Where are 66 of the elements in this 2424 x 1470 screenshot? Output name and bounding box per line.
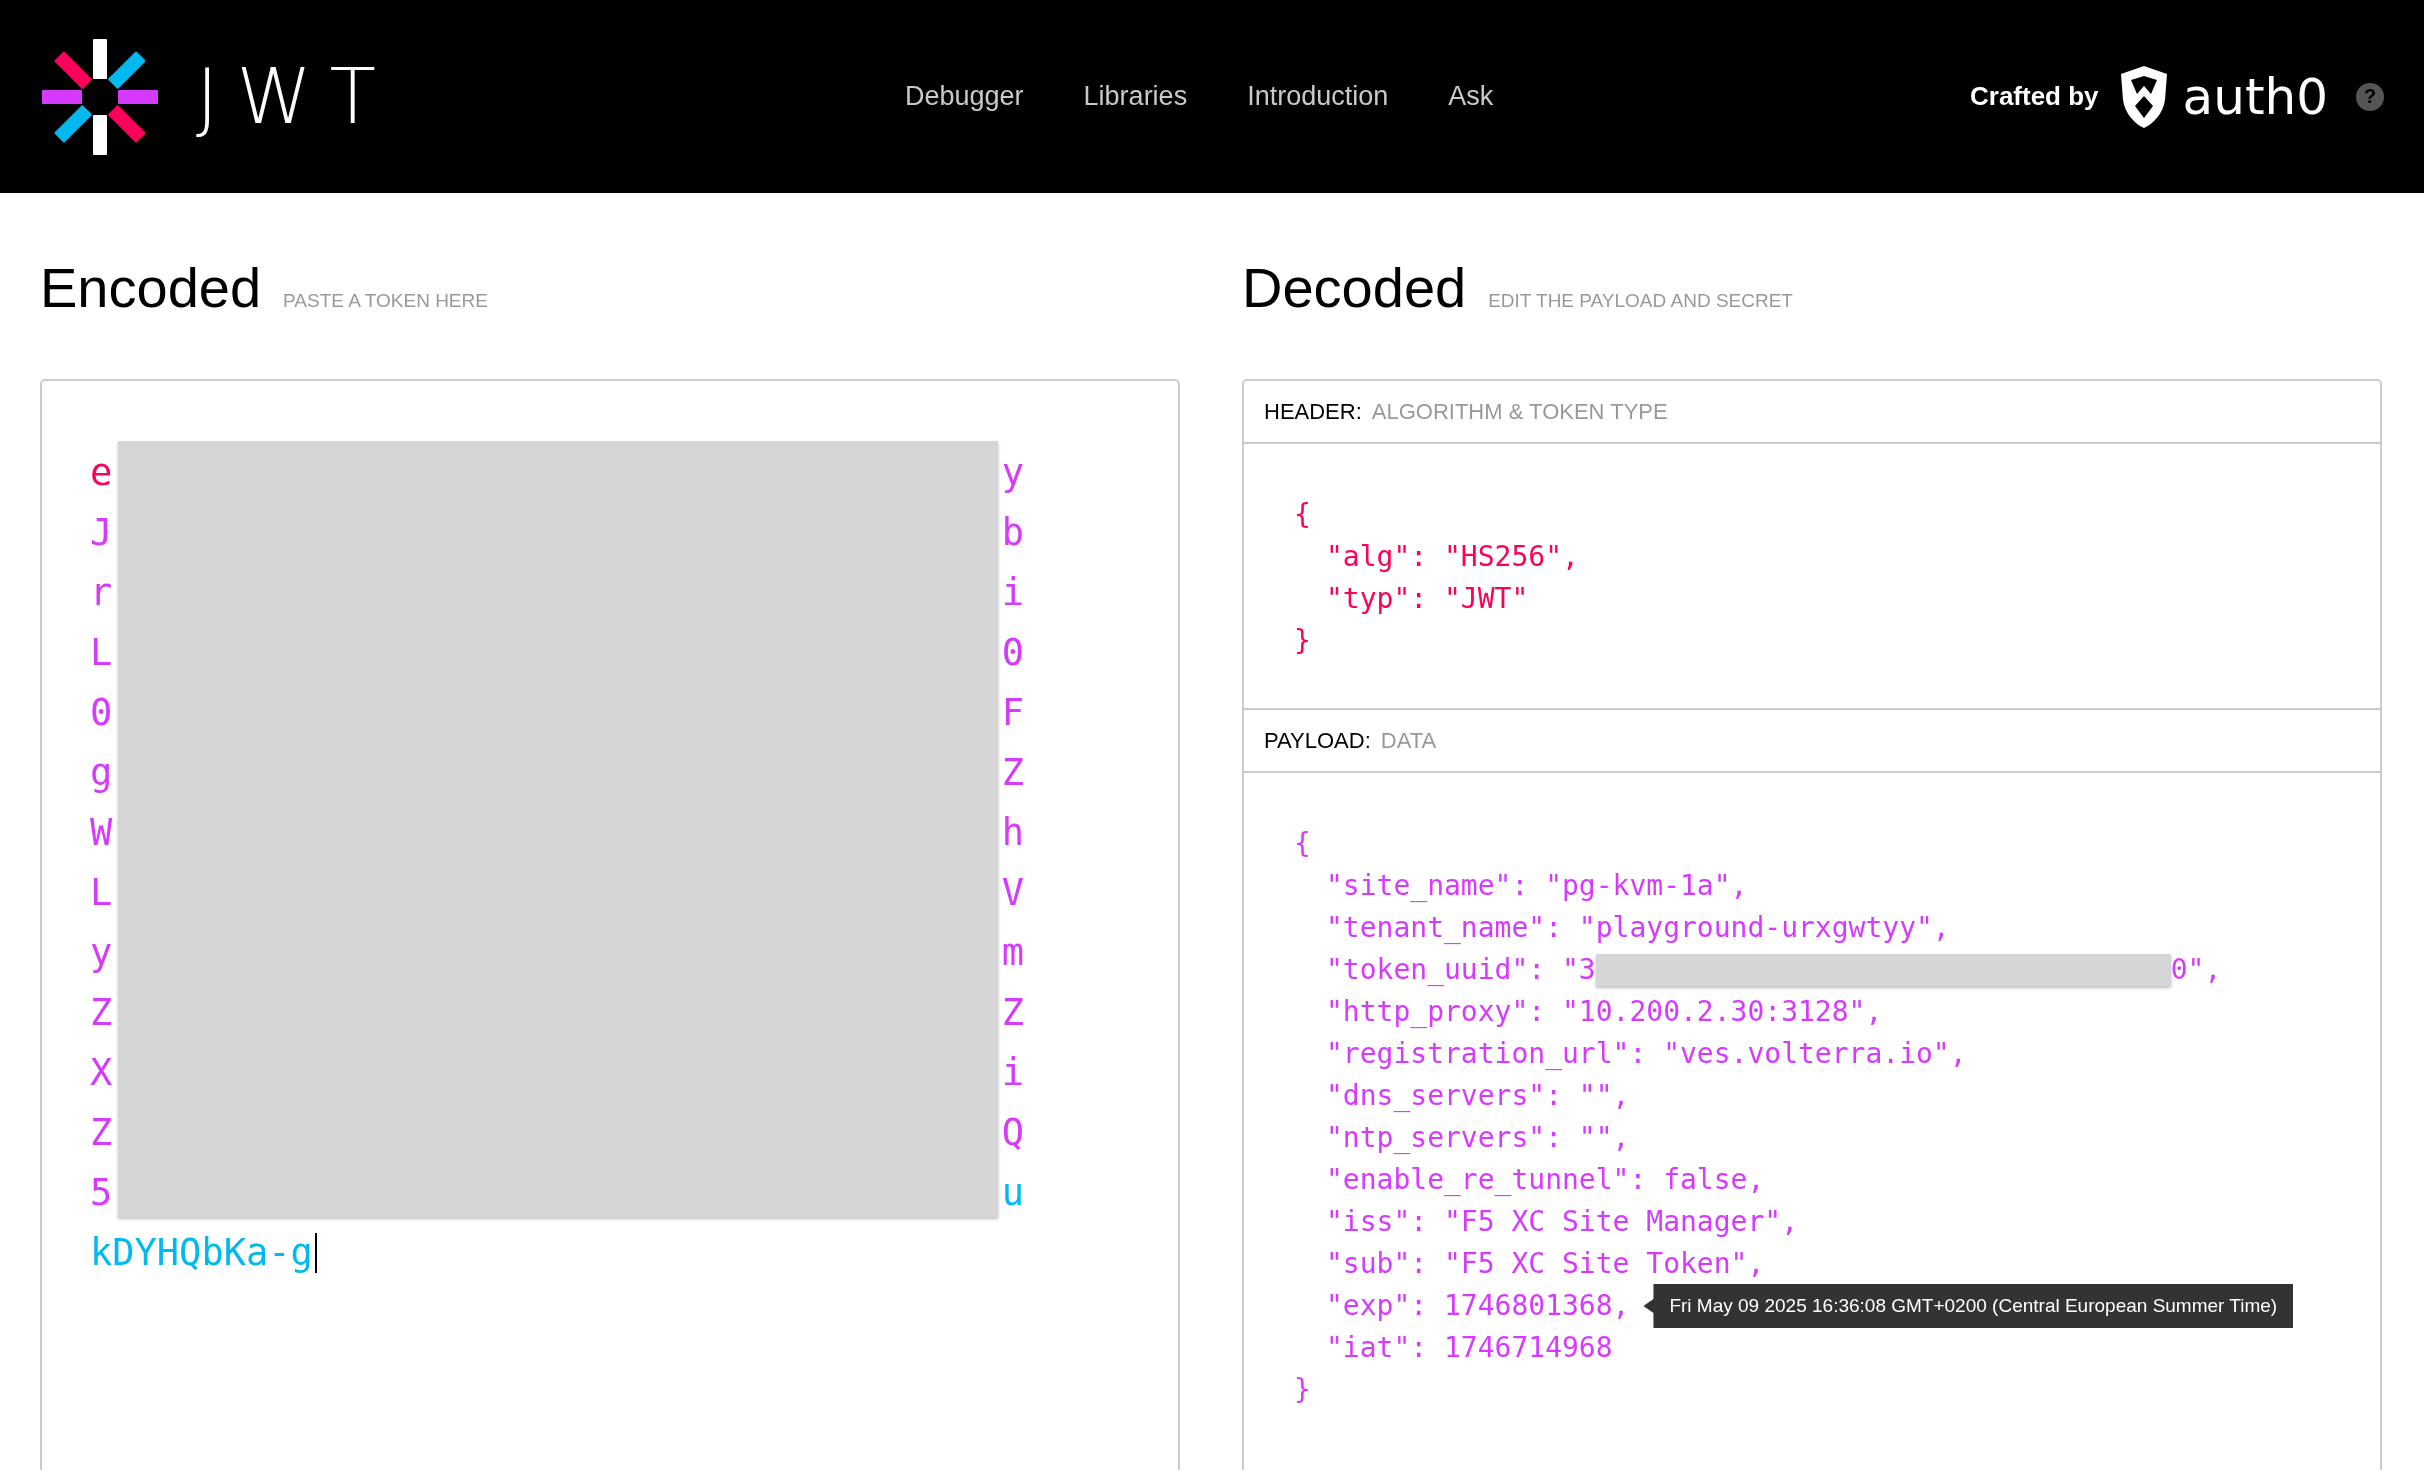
- token-text: e: [90, 450, 113, 496]
- code-text[interactable]: 0",: [2170, 949, 2222, 991]
- token-text: W: [90, 810, 113, 856]
- token-text: b: [1001, 510, 1024, 556]
- nav-link[interactable]: Ask: [1448, 81, 1494, 112]
- code-line[interactable]: }: [1294, 1369, 1311, 1411]
- section-hint: PASTE A TOKEN HERE: [283, 290, 488, 312]
- token-text: Z: [1001, 990, 1024, 1036]
- token-text: F: [1001, 690, 1024, 736]
- section-title: Decoded: [1242, 255, 1467, 320]
- code-line[interactable]: {: [1294, 823, 1311, 865]
- token-text: J: [90, 510, 113, 556]
- code-line[interactable]: "ntp_servers": "",: [1326, 1117, 1630, 1159]
- token-text: y: [90, 930, 113, 976]
- section-hint: EDIT THE PAYLOAD AND SECRET: [1488, 290, 1793, 312]
- token-text: m: [1001, 930, 1024, 976]
- nav-link[interactable]: Introduction: [1247, 81, 1389, 112]
- token-text: Z: [90, 990, 113, 1036]
- token-text: u: [1001, 1170, 1024, 1216]
- nav-link[interactable]: Debugger: [905, 81, 1024, 112]
- code-line[interactable]: "registration_url": "ves.volterra.io",: [1326, 1033, 1967, 1075]
- code-line[interactable]: "http_proxy": "10.200.2.30:3128",: [1326, 991, 1883, 1033]
- nav-link[interactable]: Libraries: [1083, 81, 1188, 112]
- code-line[interactable]: "enable_re_tunnel": false,: [1326, 1159, 1765, 1201]
- token-text: h: [1001, 810, 1024, 856]
- token-text: i: [1001, 570, 1024, 616]
- code-line[interactable]: "iss": "F5 XC Site Manager",: [1326, 1201, 1798, 1243]
- section-sublabel: DATA: [1380, 727, 1437, 754]
- section-label: HEADER:: [1264, 398, 1362, 425]
- section-sublabel: ALGORITHM & TOKEN TYPE: [1371, 398, 1668, 425]
- code-line[interactable]: {: [1294, 494, 1311, 536]
- token-text: V: [1001, 870, 1024, 916]
- help-icon[interactable]: ?: [2356, 82, 2384, 111]
- token-text: Z: [1001, 750, 1024, 796]
- crafted-by-label: Crafted by: [1970, 81, 2099, 112]
- code-line[interactable]: "tenant_name": "playground-urxgwtyy",: [1326, 907, 1950, 949]
- token-text: y: [1001, 450, 1024, 496]
- code-line[interactable]: "typ": "JWT": [1326, 578, 1529, 620]
- logo-icon: [40, 36, 160, 157]
- token-text: g: [90, 750, 113, 796]
- token-text: L: [90, 630, 113, 676]
- token-text: 0: [1001, 630, 1024, 676]
- code-text[interactable]: "token_uuid": "3: [1326, 949, 1596, 991]
- code-line[interactable]: "iat": 1746714968: [1326, 1327, 1613, 1369]
- code-line[interactable]: "site_name": "pg-kvm-1a",: [1326, 865, 1748, 907]
- token-text: 0: [90, 690, 113, 736]
- token-text: kDYHQbKa-g: [90, 1230, 313, 1276]
- code-line[interactable]: "dns_servers": "",: [1326, 1075, 1630, 1117]
- code-line[interactable]: "sub": "F5 XC Site Token",: [1326, 1243, 1765, 1285]
- tooltip: Fri May 09 2025 16:36:08 GMT+0200 (Central European Summer Time): [1643, 1284, 2294, 1328]
- brand-logo-text[interactable]: auth0: [2182, 67, 2328, 126]
- code-line[interactable]: "alg": "HS256",: [1326, 536, 1579, 578]
- token-text: i: [1001, 1050, 1024, 1096]
- token-text: Q: [1001, 1110, 1024, 1156]
- token-text: r: [90, 570, 113, 616]
- code-line[interactable]: }: [1294, 620, 1311, 662]
- logo-text[interactable]: JWT: [196, 52, 394, 141]
- token-text: L: [90, 870, 113, 916]
- token-text: Z: [90, 1110, 113, 1156]
- text-cursor: [314, 1233, 317, 1273]
- section-title: Encoded: [40, 255, 262, 320]
- code-line[interactable]: "exp": 1746801368,: [1326, 1285, 1630, 1327]
- section-label: PAYLOAD:: [1264, 727, 1371, 754]
- token-text: 5: [90, 1170, 113, 1216]
- token-text: X: [90, 1050, 113, 1096]
- token-input[interactable]: e y J b r i L 0 0 F g Z W h L V y m Z Z X i Z Q 5 u kDYHQbKa-g: [40, 379, 1180, 1470]
